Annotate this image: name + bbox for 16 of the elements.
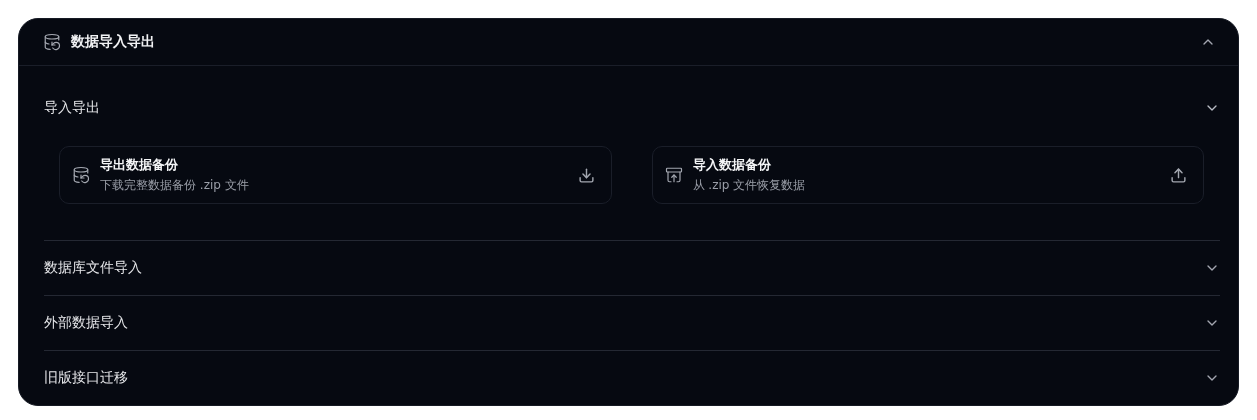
archive-icon xyxy=(664,166,683,184)
action-card[interactable]: 导出数据备份 下载完整数据备份 .zip 文件 xyxy=(59,146,612,204)
card-title: 导入数据备份 xyxy=(692,156,772,174)
download-button[interactable] xyxy=(577,166,595,184)
database-icon xyxy=(72,166,90,184)
upload-button[interactable] xyxy=(1170,166,1187,184)
section-title[interactable]: 数据库文件导入 xyxy=(44,259,142,277)
database-icon xyxy=(43,33,61,51)
card-description: 从 .zip 文件恢复数据 xyxy=(692,177,807,194)
card-title: 导出数据备份 xyxy=(100,156,179,174)
section-title[interactable]: 导入导出 xyxy=(44,98,100,117)
action-card[interactable]: 导入数据备份 从 .zip 文件恢复数据 xyxy=(651,146,1204,204)
section-title[interactable]: 外部数据导入 xyxy=(44,314,128,332)
section-title[interactable]: 旧版接口迁移 xyxy=(44,369,128,387)
panel-title: 数据导入导出 xyxy=(71,33,156,51)
card-description: 下载完整数据备份 .zip 文件 xyxy=(100,177,250,194)
